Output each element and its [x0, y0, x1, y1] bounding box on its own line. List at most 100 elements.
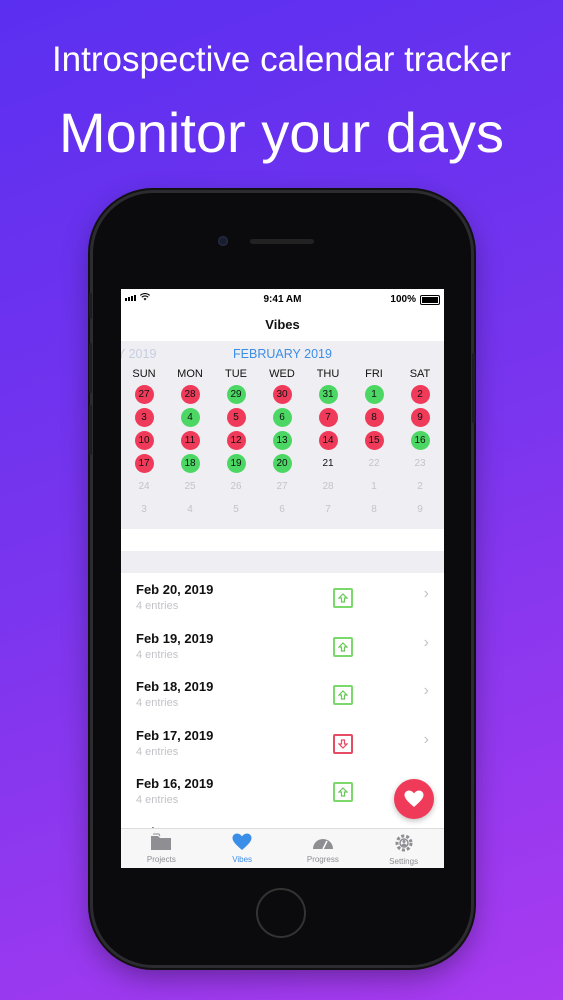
calendar-day[interactable]: 28	[167, 383, 213, 406]
entry-date: Feb 19, 2019	[136, 630, 214, 646]
calendar-day: 26	[213, 475, 259, 498]
calendar-day[interactable]: 9	[397, 406, 443, 429]
battery-icon	[420, 294, 440, 305]
marketing-title: Monitor your days	[58, 101, 505, 164]
calendar-day[interactable]: 17	[121, 452, 167, 475]
tab-label: Settings	[389, 857, 419, 866]
page-title: Vibes	[265, 317, 300, 332]
volume-down-button	[89, 405, 92, 455]
vibe-down-icon	[333, 733, 353, 754]
calendar-day[interactable]: 20	[259, 452, 305, 475]
calendar-day-number: 1	[364, 385, 384, 404]
calendar-day: 1	[351, 475, 397, 498]
calendar-day[interactable]: 30	[259, 383, 305, 406]
calendar-day-number: 6	[272, 408, 292, 427]
calendar-day[interactable]: 6	[259, 406, 305, 429]
calendar-day-number: 17	[134, 454, 154, 473]
chevron-right-icon: ›	[423, 585, 429, 602]
entry-date: Feb 16, 2019	[136, 776, 214, 791]
calendar-day: 4	[167, 498, 213, 521]
folder-icon	[150, 833, 172, 855]
calendar-day[interactable]: 8	[351, 406, 397, 429]
tab-label: Projects	[146, 855, 176, 864]
power-button	[472, 353, 475, 423]
home-button[interactable]	[256, 888, 306, 938]
calendar-day[interactable]: 16	[397, 429, 443, 452]
calendar-day[interactable]: 15	[351, 429, 397, 452]
calendar-day[interactable]: 7	[305, 406, 351, 429]
weekday-label: THU	[316, 368, 340, 380]
calendar-day-number: 23	[414, 458, 426, 469]
tab-label: Progress	[306, 855, 339, 864]
calendar-day: 9	[397, 498, 443, 521]
calendar-day[interactable]: 31	[305, 383, 351, 406]
calendar-day[interactable]: 27	[121, 383, 167, 406]
entry-date: Feb 18, 2019	[136, 679, 214, 694]
vibe-up-icon	[333, 636, 353, 657]
entry-row[interactable]: Feb 17, 2019 4 entries ›	[121, 719, 444, 768]
month-header[interactable]: Y 2019 FEBRUARY 2019	[121, 341, 444, 368]
calendar-day[interactable]: 21	[305, 452, 351, 475]
calendar-day[interactable]: 3	[121, 406, 167, 429]
chevron-right-icon: ›	[423, 730, 429, 748]
section-divider	[121, 551, 444, 573]
calendar-day-number: 25	[184, 481, 196, 492]
calendar-day[interactable]: 19	[213, 452, 259, 475]
calendar-day-number: 28	[180, 385, 200, 404]
calendar-day-number: 16	[410, 431, 430, 450]
mute-switch	[89, 293, 92, 319]
calendar-day-number: 3	[134, 408, 154, 427]
calendar-day-number: 15	[364, 431, 384, 450]
weekday-label: SUN	[132, 368, 156, 380]
vibe-up-icon	[333, 782, 353, 802]
calendar-day: 28	[305, 475, 351, 498]
tab-settings[interactable]: Settings	[363, 829, 444, 868]
calendar-day[interactable]: 5	[213, 406, 259, 429]
entry-row[interactable]: Feb 18, 2019 4 entries ›	[121, 670, 444, 719]
app-screen: 9:41 AM 100% Vibes Y 2019 FEBRUARY 2019 …	[121, 289, 444, 868]
calendar-day: 3	[121, 498, 167, 521]
add-vibe-button[interactable]	[394, 779, 434, 819]
calendar-day[interactable]: 10	[121, 429, 167, 452]
entry-date: Feb 17, 2019	[136, 727, 214, 743]
calendar-day: 27	[259, 475, 305, 498]
calendar-day-number: 7	[325, 504, 331, 515]
tab-vibes[interactable]: Vibes	[202, 829, 283, 868]
calendar-day[interactable]: 11	[167, 429, 213, 452]
entry-row[interactable]: Feb 19, 2019 4 entries ›	[121, 622, 444, 671]
calendar-day[interactable]: 13	[259, 429, 305, 452]
tab-progress[interactable]: Progress	[283, 829, 364, 868]
calendar-day[interactable]: 12	[213, 429, 259, 452]
gauge-icon	[312, 833, 334, 855]
calendar-day[interactable]: 14	[305, 429, 351, 452]
entry-count: 4 entries	[136, 745, 179, 758]
front-camera	[218, 236, 228, 246]
entry-count: 4 entries	[136, 794, 179, 806]
calendar-day[interactable]: 18	[167, 452, 213, 475]
calendar-day[interactable]: 4	[167, 406, 213, 429]
entry-row[interactable]: Feb 20, 2019 4 entries ›	[121, 573, 444, 622]
entry-count: 4 entries	[136, 600, 179, 612]
calendar-day-number: 28	[322, 481, 334, 492]
entry-date: Feb 20, 2019	[136, 582, 214, 597]
calendar-day-number: 2	[410, 385, 430, 404]
calendar-day: 24	[121, 475, 167, 498]
calendar-day-number: 24	[138, 481, 150, 492]
calendar-day-number: 29	[226, 385, 246, 404]
calendar-day-number: 18	[180, 454, 200, 473]
calendar-day[interactable]: 29	[213, 383, 259, 406]
volume-up-button	[89, 343, 92, 393]
calendar-day-number: 1	[371, 481, 377, 492]
chevron-right-icon: ›	[423, 633, 429, 651]
calendar-day[interactable]: 2	[397, 383, 443, 406]
weekday-label: WED	[269, 368, 295, 380]
tab-projects[interactable]: Projects	[121, 829, 202, 868]
calendar-day[interactable]: 1	[351, 383, 397, 406]
gear-icon	[394, 833, 414, 857]
heart-icon	[404, 790, 424, 807]
status-bar: 9:41 AM 100%	[121, 289, 444, 309]
calendar-day-number: 8	[371, 504, 377, 515]
earpiece-speaker	[250, 239, 314, 244]
spacer	[121, 529, 444, 551]
calendar-day-number: 6	[279, 504, 285, 515]
